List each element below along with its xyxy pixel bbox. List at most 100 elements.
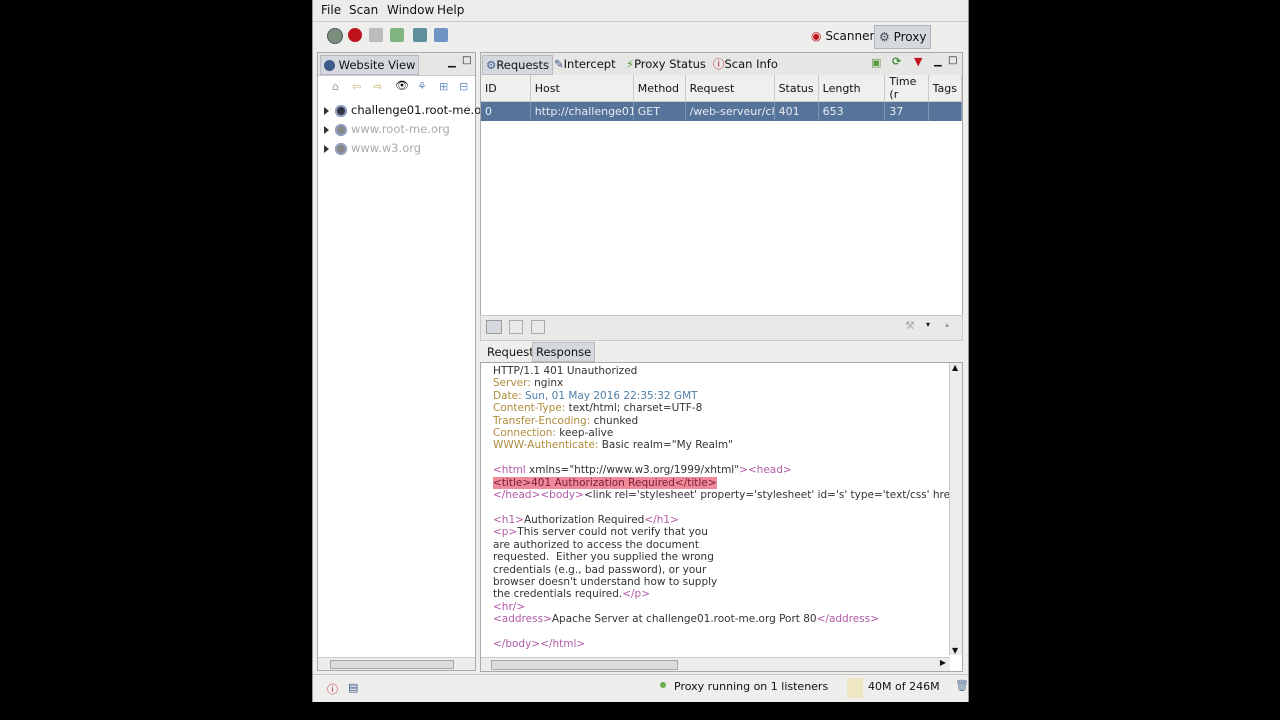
sitemap-icon[interactable]	[434, 28, 448, 42]
database-icon[interactable]	[413, 28, 427, 42]
column-time[interactable]: Time (r	[884, 75, 929, 102]
eye-icon[interactable]: 👁	[395, 79, 409, 92]
memory-gauge	[847, 678, 863, 698]
menu-window[interactable]: Window	[387, 3, 434, 17]
response-body-line: <address>Apache Server at challenge01.ro…	[493, 613, 880, 626]
globe-icon	[335, 123, 347, 136]
forward-icon[interactable]: ⇨	[373, 80, 382, 93]
scanner-label: Scanner	[825, 29, 875, 43]
column-id[interactable]: ID	[481, 75, 531, 102]
menu-scan[interactable]: Scan	[349, 3, 378, 17]
column-request[interactable]: Request	[685, 75, 775, 102]
response-body-line: </head><body><link rel='stylesheet' prop…	[493, 489, 951, 502]
response-header: Connection: keep-alive	[493, 427, 614, 440]
collapse-icon[interactable]: ▴	[945, 320, 949, 329]
tree-item-label: www.w3.org	[351, 141, 422, 155]
tab-website-view[interactable]: Website View	[320, 55, 420, 75]
column-length[interactable]: Length	[818, 75, 886, 102]
tab-label: Scan Info	[724, 57, 778, 71]
tree-item-root-me[interactable]: www.root-me.org	[324, 120, 450, 138]
layout-split-vertical-icon[interactable]	[509, 320, 523, 334]
website-view-header: Website View ▁ □	[318, 53, 475, 76]
layout-split-horizontal-icon[interactable]	[531, 320, 545, 334]
layout-single-icon[interactable]	[486, 320, 502, 334]
start-icon[interactable]	[327, 28, 343, 44]
response-body-line: <html xmlns="http://www.w3.org/1999/xhtm…	[493, 464, 792, 477]
column-method[interactable]: Method	[633, 75, 686, 102]
tab-scan-info[interactable]: ⓘScan Info	[710, 55, 781, 73]
intercept-icon: ✎	[554, 57, 564, 71]
proxy-status-dot	[660, 682, 666, 688]
response-viewer[interactable]: HTTP/1.1 401 Unauthorized Server: nginx …	[480, 362, 963, 672]
tree-item-label: www.root-me.org	[351, 122, 450, 136]
expand-arrow-icon[interactable]	[324, 106, 329, 115]
globe-icon	[335, 142, 347, 155]
tab-label: Requests	[496, 58, 550, 72]
scroll-down-icon[interactable]: ▼	[952, 646, 958, 655]
column-tags[interactable]: Tags	[928, 75, 963, 102]
vertical-scrollbar[interactable]: ▲ ▼	[949, 363, 962, 655]
tab-request[interactable]: Request	[484, 343, 537, 361]
tab-proxy-status[interactable]: ⚡Proxy Status	[623, 55, 709, 73]
perspective-proxy[interactable]: ⚙ Proxy	[874, 25, 932, 49]
website-view-panel: Website View ▁ □ ⌂ ⇦ ⇨ 👁 ⚘ ⊞ ⊟ challenge…	[317, 52, 486, 671]
tab-intercept[interactable]: ✎Intercept	[551, 55, 619, 73]
cell-status: 401	[774, 101, 819, 121]
response-body-line: requested. Either you supplied the wrong	[493, 551, 714, 564]
minimize-icon[interactable]: ▁	[448, 57, 456, 68]
error-icon[interactable]: ⓘ	[327, 681, 338, 697]
menu-bar: File Scan Window Help	[313, 0, 968, 22]
filter-icon[interactable]: ▼	[914, 55, 922, 68]
column-host[interactable]: Host	[530, 75, 634, 102]
expand-all-icon[interactable]: ⊞	[439, 80, 448, 93]
response-body-line: </body></html>	[493, 637, 586, 650]
tree-item-challenge01[interactable]: challenge01.root-me.or	[324, 101, 486, 119]
response-header: WWW-Authenticate: Basic realm="My Realm"	[493, 439, 733, 452]
perspective-scanner[interactable]: ◉ Scanner	[807, 25, 878, 47]
back-icon[interactable]: ⇦	[352, 80, 361, 93]
maximize-icon[interactable]: □	[948, 55, 957, 66]
cell-request: /web-serveur/ch	[685, 101, 775, 121]
minimize-icon[interactable]: ▁	[934, 56, 942, 67]
scroll-right-icon[interactable]: ▶	[940, 658, 946, 667]
cell-id: 0	[481, 101, 531, 121]
maximize-icon[interactable]: □	[462, 55, 471, 66]
wand-icon[interactable]	[369, 28, 383, 42]
add-icon[interactable]: ▣	[871, 56, 881, 69]
scrollbar-thumb[interactable]	[491, 660, 678, 670]
menu-help[interactable]: Help	[437, 3, 464, 17]
trash-icon[interactable]: 🗑	[955, 679, 969, 692]
scanner-icon: ◉	[811, 29, 822, 43]
tab-response[interactable]: Response	[532, 342, 596, 362]
collapse-all-icon[interactable]: ⊟	[459, 80, 468, 93]
refresh-icon[interactable]: ⟳	[892, 55, 901, 68]
tree-item-label: challenge01.root-me.or	[351, 103, 486, 117]
table-row[interactable]: 0 http://challenge01 GET /web-serveur/ch…	[481, 101, 963, 121]
proxy-label: Proxy	[893, 30, 927, 44]
spider-icon[interactable]	[390, 28, 404, 42]
scrollbar-thumb[interactable]	[330, 660, 454, 669]
tab-label: Intercept	[563, 57, 616, 71]
horizontal-scrollbar[interactable]: ▶	[481, 657, 950, 671]
response-body-line: <hr/>	[493, 600, 526, 613]
scroll-up-icon[interactable]: ▲	[952, 363, 958, 372]
expand-arrow-icon[interactable]	[324, 125, 329, 134]
tree-item-w3[interactable]: www.w3.org	[324, 139, 421, 157]
response-body-line: <h1>Authorization Required</h1>	[493, 513, 679, 526]
website-view-title: Website View	[338, 58, 416, 72]
horizontal-scrollbar[interactable]	[318, 657, 475, 670]
dropdown-arrow-icon[interactable]: ▾	[926, 320, 930, 329]
globe-icon	[324, 60, 335, 71]
home-icon[interactable]: ⌂	[332, 80, 339, 93]
console-icon[interactable]: ▤	[348, 681, 358, 694]
cell-host: http://challenge01	[530, 101, 634, 121]
proxy-status-text: Proxy running on 1 listeners	[674, 680, 829, 693]
column-status[interactable]: Status	[774, 75, 819, 102]
tools-icon[interactable]: ⚒	[905, 319, 915, 332]
expand-arrow-icon[interactable]	[324, 144, 329, 153]
tree-icon[interactable]: ⚘	[417, 80, 427, 93]
menu-file[interactable]: File	[321, 3, 341, 17]
stop-icon[interactable]	[348, 28, 362, 42]
info-icon: ⓘ	[713, 57, 725, 71]
tab-requests[interactable]: ⚙Requests	[482, 55, 554, 75]
